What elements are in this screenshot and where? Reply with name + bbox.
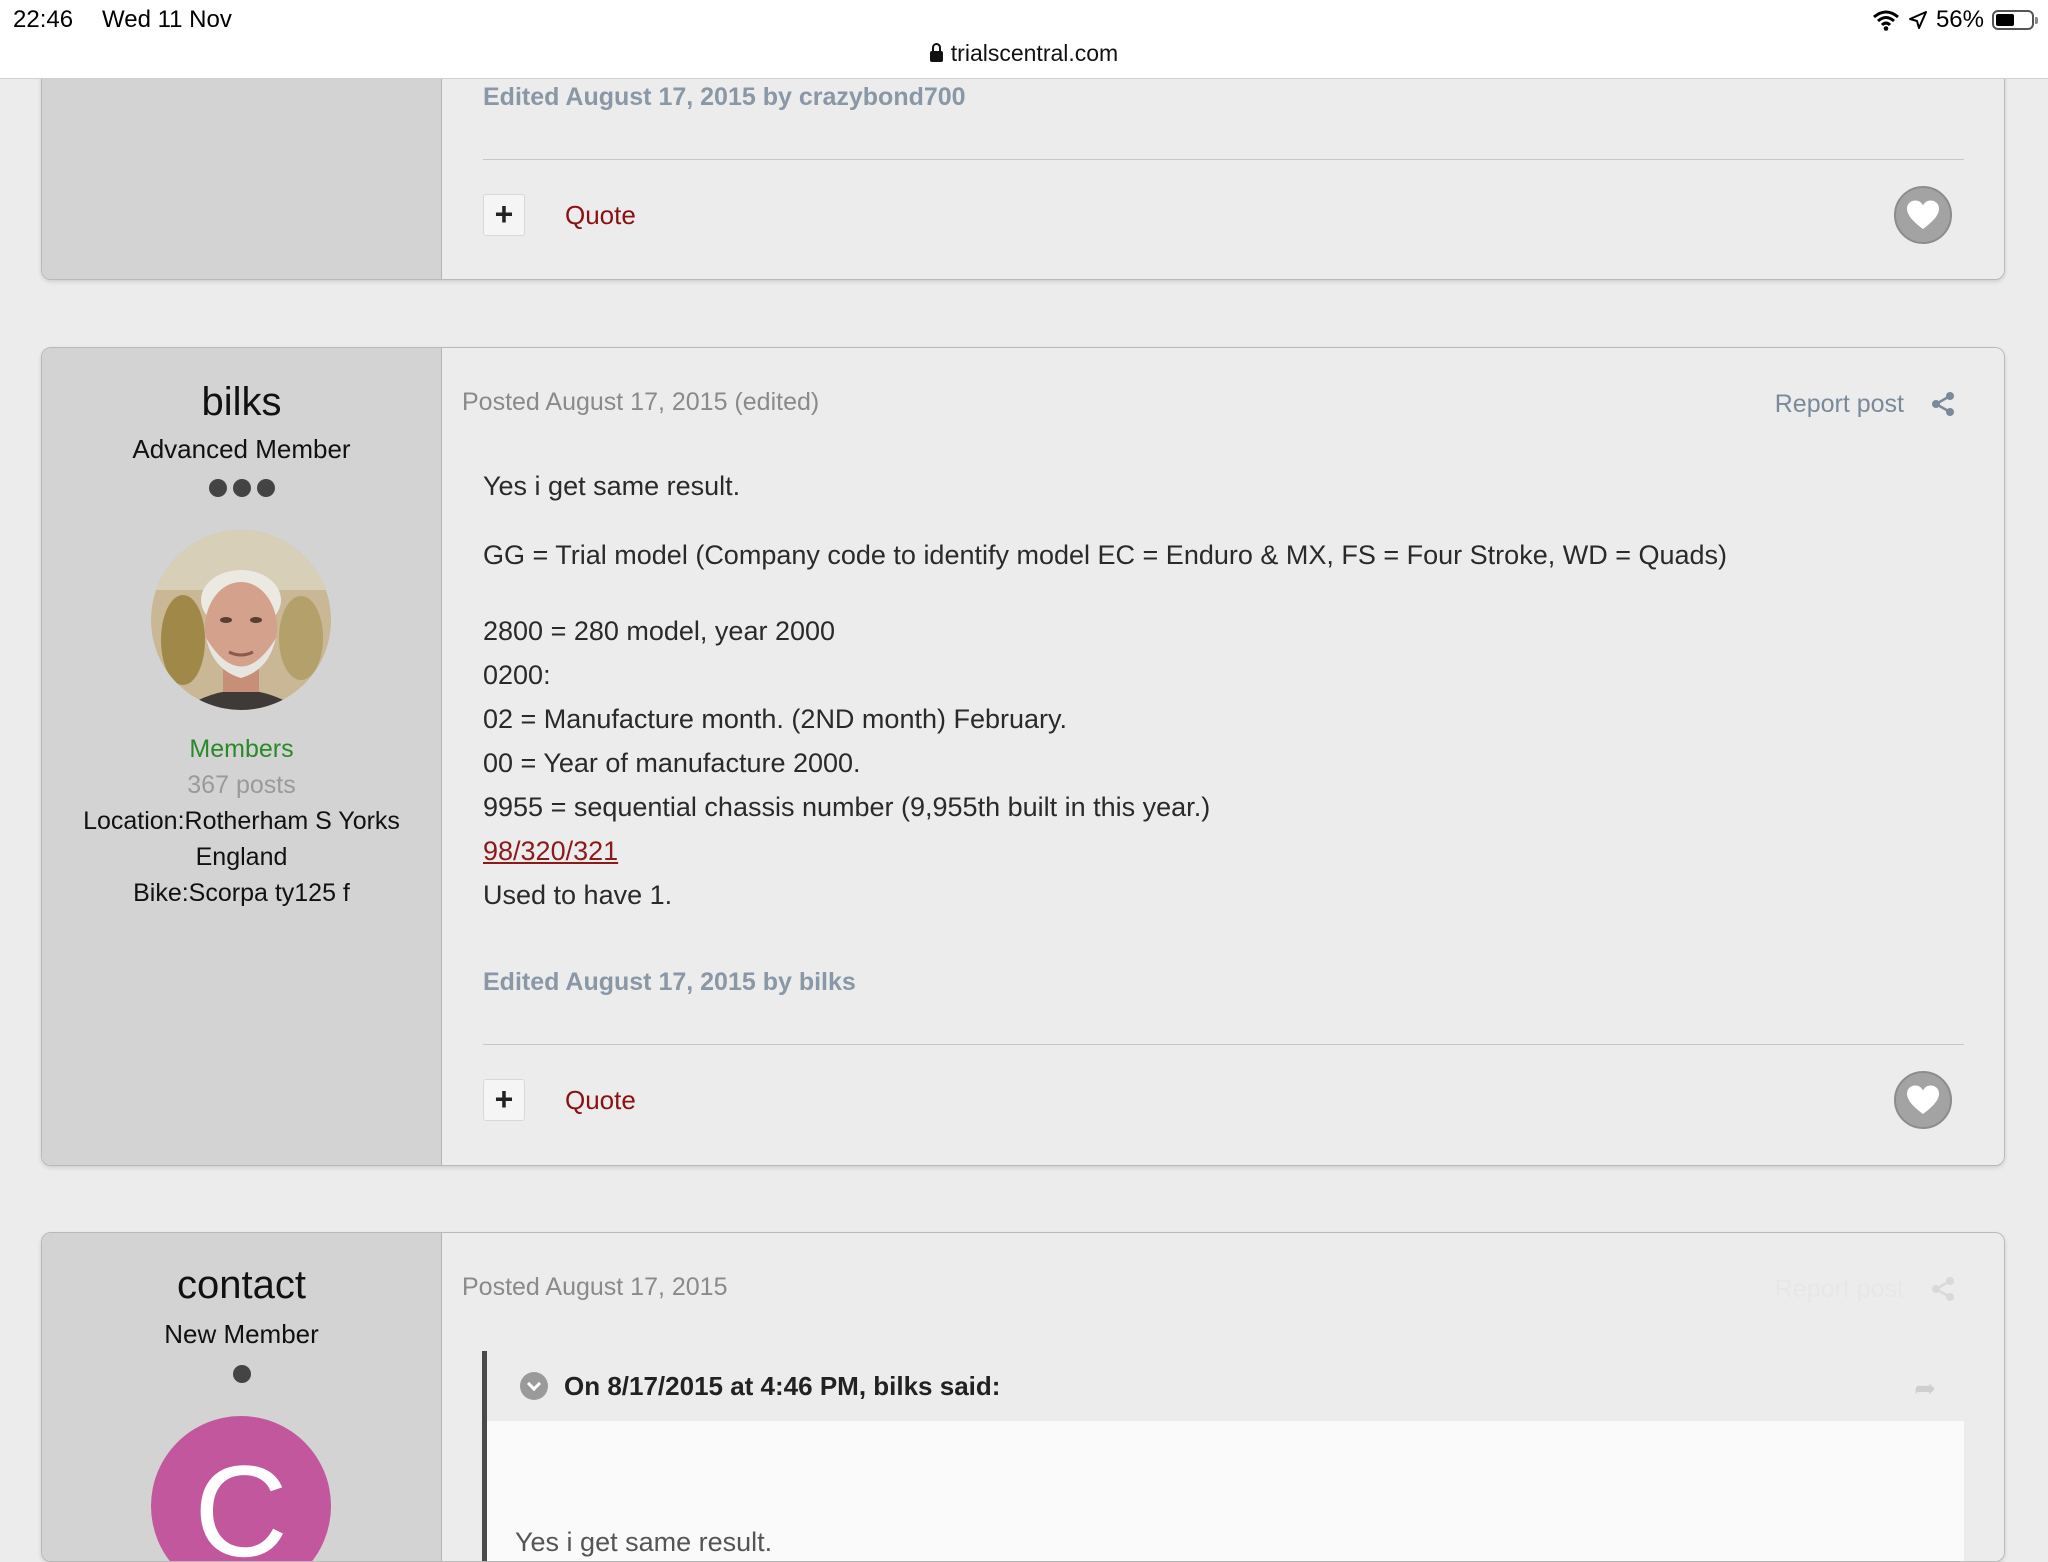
battery-icon [1992, 10, 2038, 30]
author-name[interactable]: bilks [42, 380, 441, 425]
rank-pips [42, 1365, 441, 1383]
body-line: 2800 = 280 model, year 2000 [483, 616, 836, 646]
chevron-down-icon[interactable] [520, 1372, 548, 1400]
share-icon[interactable] [1930, 391, 1956, 417]
post-bilks: bilks Advanced Member Members 367 posts [41, 347, 2005, 1166]
body-link[interactable]: 98/320/321 [483, 836, 618, 866]
quote-header: On 8/17/2015 at 4:46 PM, bilks said: ➦ [487, 1351, 1964, 1421]
divider [483, 1044, 1964, 1045]
post-content: Posted August 17, 2015 Report post On 8/… [442, 1233, 2004, 1561]
status-time: 22:46 [13, 6, 74, 33]
heart-icon [1907, 1085, 1939, 1114]
author-avatar[interactable] [151, 530, 331, 710]
author-panel: contact New Member C [42, 1233, 442, 1561]
post-body: Yes i get same result. GG = Trial model … [483, 471, 1964, 917]
wifi-icon [1872, 10, 1899, 31]
battery-percent: 56% [1935, 6, 1984, 33]
body-line: GG = Trial model (Company code to identi… [483, 540, 1728, 570]
share-icon[interactable] [1930, 1276, 1956, 1302]
quote-text: Yes i get same result. [515, 1527, 773, 1557]
author-info: Location:Rotherham S Yorks England Bike:… [42, 803, 441, 911]
body-line: 02 = Manufacture month. (2ND month) Febr… [483, 704, 1068, 734]
body-line: 9955 = sequential chassis number (9,955t… [483, 792, 1211, 822]
address-bar[interactable]: trialscentral.com [0, 40, 2048, 67]
author-avatar[interactable]: C [151, 1416, 331, 1561]
divider [483, 159, 1964, 160]
lock-icon [929, 43, 943, 62]
share-arrow-icon[interactable]: ➦ [1914, 1373, 1936, 1404]
quote-button[interactable]: Quote [565, 200, 636, 231]
edited-note: Edited August 17, 2015 by bilks [483, 968, 856, 996]
post-date[interactable]: Posted August 17, 2015 [462, 1273, 728, 1302]
quote-block: On 8/17/2015 at 4:46 PM, bilks said: ➦ Y… [482, 1351, 1964, 1561]
quote-button[interactable]: Quote [565, 1085, 636, 1116]
quote-citation[interactable]: On 8/17/2015 at 4:46 PM, bilks said: [564, 1371, 1000, 1402]
avatar-photo [151, 530, 331, 710]
location-arrow-icon [1908, 11, 1927, 29]
status-date: Wed 11 Nov [102, 6, 232, 33]
author-bike: Bike:Scorpa ty125 f [133, 879, 350, 907]
body-line: 00 = Year of manufacture 2000. [483, 748, 861, 778]
like-button[interactable] [1894, 186, 1952, 244]
multiquote-button[interactable]: + [483, 194, 525, 236]
report-post-link[interactable]: Report post [1775, 1275, 1904, 1304]
body-line: Yes i get same result. [483, 471, 741, 501]
url-text: trialscentral.com [950, 40, 1119, 66]
body-line: Used to have 1. [483, 880, 673, 910]
status-icons: 56% [1872, 5, 2038, 35]
author-post-count: 367 posts [187, 771, 296, 799]
author-location: Location:Rotherham S Yorks [83, 807, 400, 835]
report-post-link[interactable]: Report post [1775, 390, 1904, 419]
battery-level [1996, 14, 2015, 26]
author-title: New Member [164, 1319, 319, 1349]
like-button[interactable] [1894, 1071, 1952, 1129]
multiquote-button[interactable]: + [483, 1079, 525, 1121]
author-name[interactable]: contact [42, 1263, 441, 1308]
author-location-country: England [195, 843, 288, 871]
post-contact: contact New Member C Posted August 17, 2… [41, 1232, 2005, 1562]
author-title: Advanced Member [132, 434, 351, 464]
post-content: Posted August 17, 2015 (edited) Report p… [442, 348, 2004, 1165]
post-date[interactable]: Posted August 17, 2015 (edited) [462, 388, 819, 417]
author-group: Members [189, 735, 294, 763]
edited-note: Edited August 17, 2015 by crazybond700 [483, 83, 966, 111]
rank-pips [42, 479, 441, 497]
author-panel: bilks Advanced Member Members 367 posts [42, 348, 442, 1165]
status-bar: 22:46 Wed 11 Nov trialscentral.com 56% [0, 0, 2048, 79]
heart-icon [1907, 200, 1939, 229]
body-line: 0200: [483, 660, 551, 690]
